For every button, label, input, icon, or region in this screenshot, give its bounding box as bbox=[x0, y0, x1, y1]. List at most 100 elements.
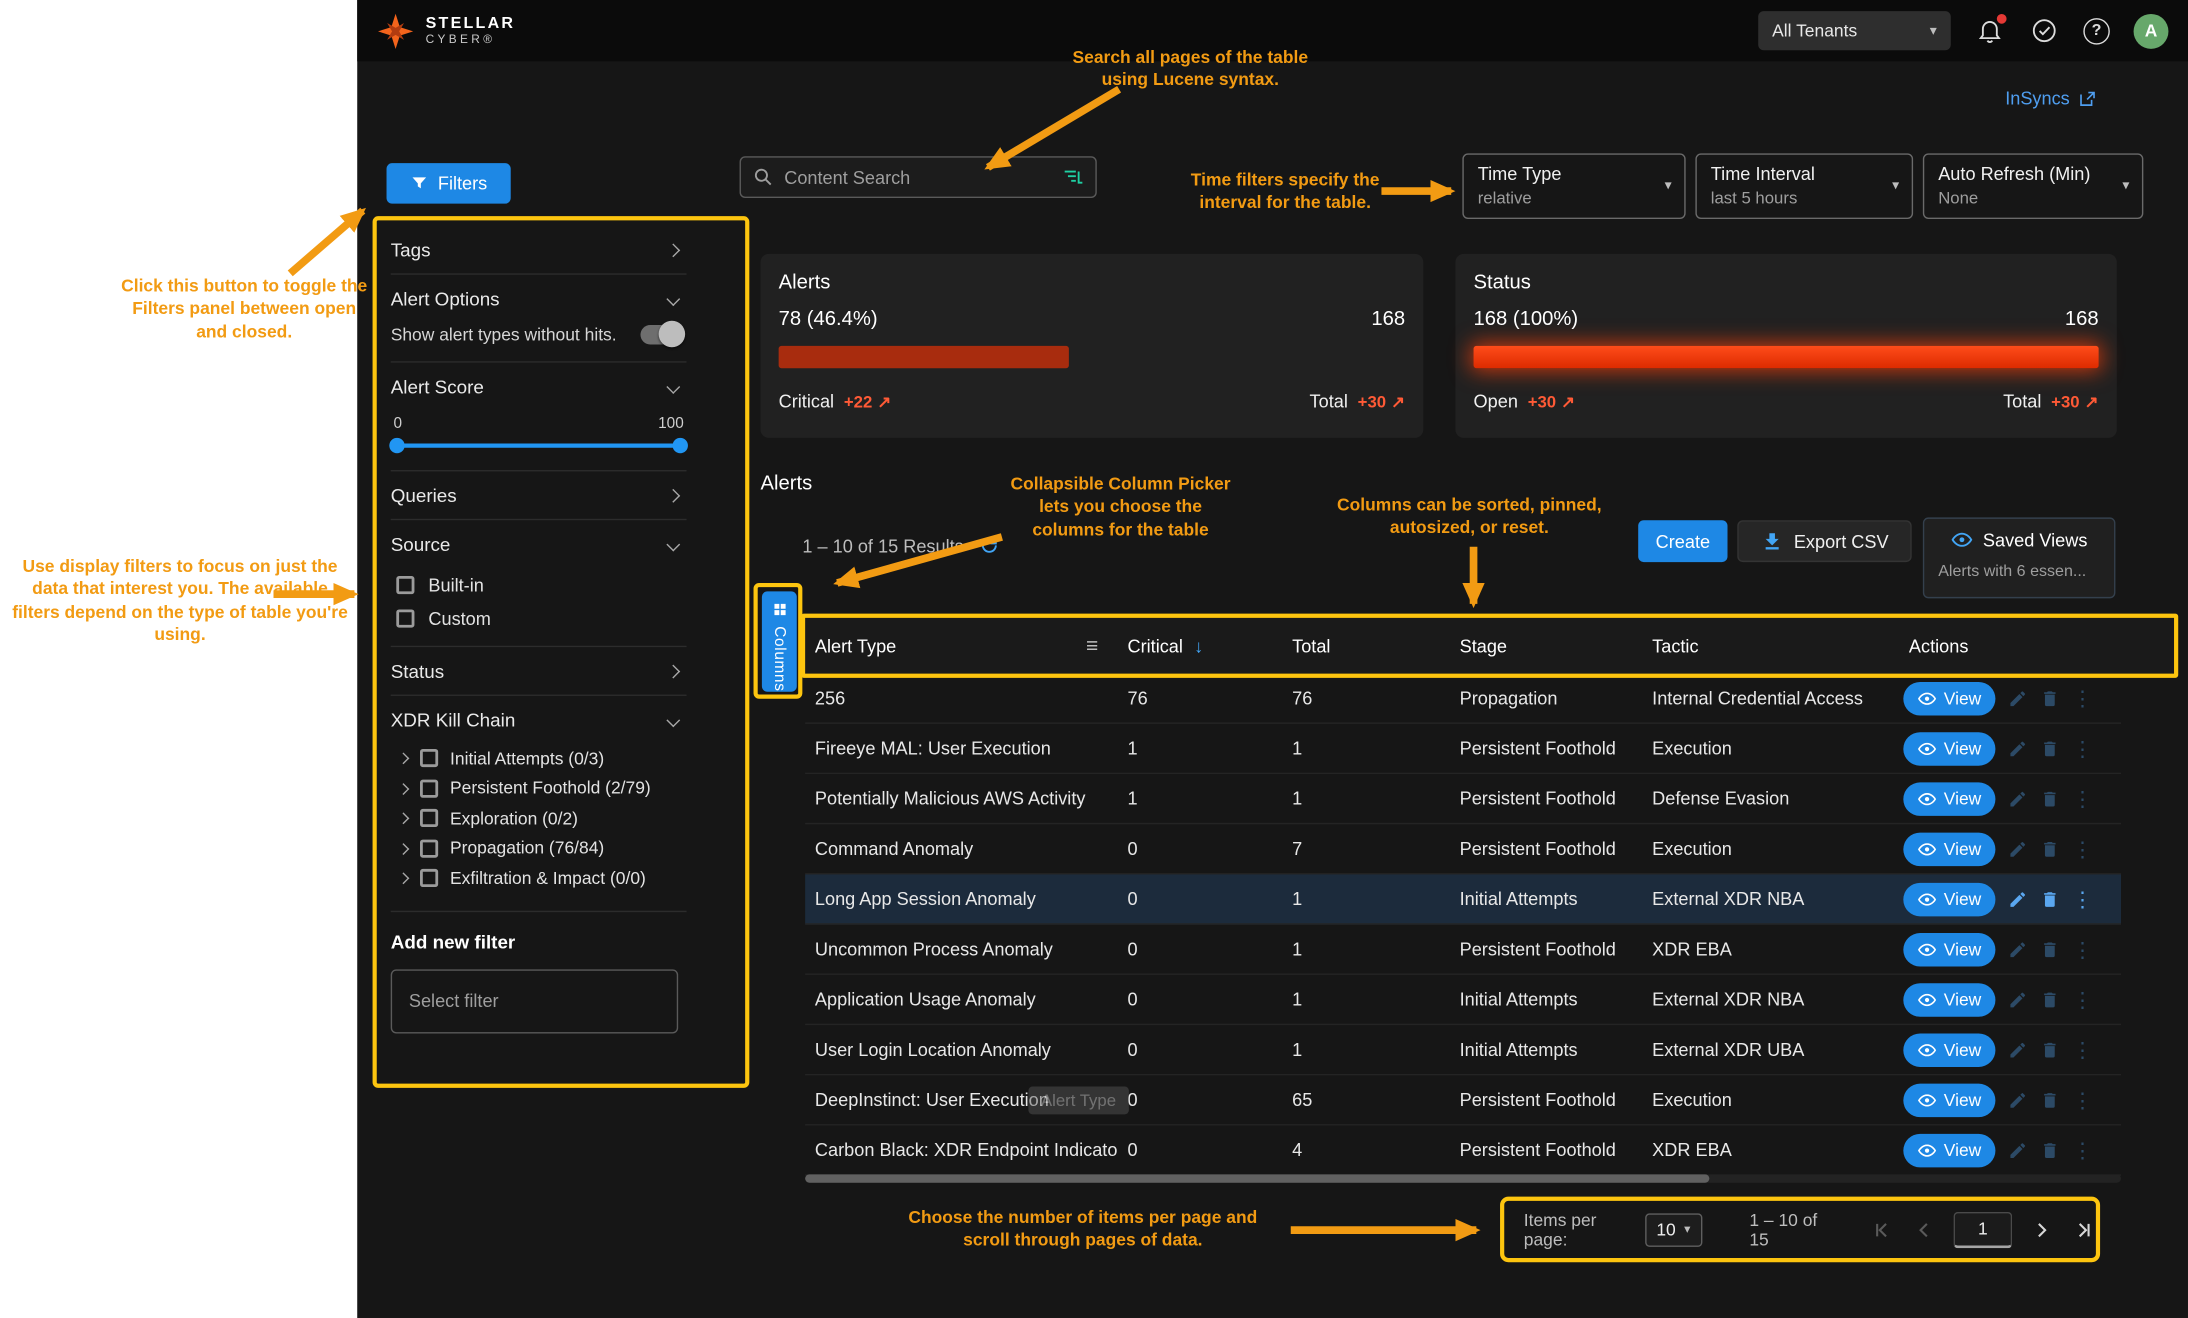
slider-handle-min[interactable] bbox=[389, 438, 404, 453]
tasks-check-icon[interactable] bbox=[2029, 15, 2060, 46]
kill-chain-item-propagation[interactable]: Propagation (76/84) bbox=[391, 833, 687, 863]
user-avatar[interactable]: A bbox=[2134, 13, 2169, 48]
view-button[interactable]: View bbox=[1903, 932, 1995, 965]
more-actions-icon[interactable]: ⋮ bbox=[2072, 685, 2093, 710]
view-button[interactable]: View bbox=[1903, 732, 1995, 765]
kill-chain-item-initial-attempts[interactable]: Initial Attempts (0/3) bbox=[391, 743, 687, 773]
filter-section-alert-options[interactable]: Alert Options bbox=[391, 275, 687, 322]
refresh-icon[interactable] bbox=[978, 534, 1000, 556]
edit-icon[interactable] bbox=[2008, 1090, 2028, 1110]
delete-icon[interactable] bbox=[2040, 738, 2060, 758]
view-button[interactable]: View bbox=[1903, 882, 1995, 915]
lucene-filter-icon[interactable] bbox=[1062, 166, 1084, 188]
edit-icon[interactable] bbox=[2008, 789, 2028, 809]
filter-section-alert-score[interactable]: Alert Score bbox=[391, 363, 687, 410]
edit-icon[interactable] bbox=[2008, 889, 2028, 909]
edit-icon[interactable] bbox=[2008, 738, 2028, 758]
create-button[interactable]: Create bbox=[1638, 520, 1727, 562]
column-menu-icon[interactable]: ≡ bbox=[1086, 634, 1098, 658]
more-actions-icon[interactable]: ⋮ bbox=[2072, 736, 2093, 761]
edit-icon[interactable] bbox=[2008, 1140, 2028, 1160]
view-button[interactable]: View bbox=[1903, 1133, 1995, 1166]
view-button[interactable]: View bbox=[1903, 1083, 1995, 1116]
filters-toggle-button[interactable]: Filters bbox=[387, 163, 511, 203]
table-row[interactable]: Carbon Black: XDR Endpoint Indicator 0 4… bbox=[805, 1126, 2121, 1176]
more-actions-icon[interactable]: ⋮ bbox=[2072, 1037, 2093, 1062]
items-per-page-select[interactable]: 10 ▾ bbox=[1645, 1213, 1702, 1246]
delete-icon[interactable] bbox=[2040, 1090, 2060, 1110]
delete-icon[interactable] bbox=[2040, 1140, 2060, 1160]
time-type-dropdown[interactable]: Time Type relative ▾ bbox=[1462, 153, 1685, 219]
view-button[interactable]: View bbox=[1903, 681, 1995, 714]
column-header-alert-type[interactable]: Alert Type ≡ bbox=[805, 634, 1118, 658]
edit-icon[interactable] bbox=[2008, 1040, 2028, 1060]
filter-section-status[interactable]: Status bbox=[391, 647, 687, 694]
export-csv-button[interactable]: Export CSV bbox=[1737, 520, 1911, 562]
filter-section-source[interactable]: Source bbox=[391, 520, 687, 567]
delete-icon[interactable] bbox=[2040, 688, 2060, 708]
table-row[interactable]: DeepInstinct: User Execution 0 65 Persis… bbox=[805, 1075, 2121, 1125]
more-actions-icon[interactable]: ⋮ bbox=[2072, 836, 2093, 861]
edit-icon[interactable] bbox=[2008, 990, 2028, 1010]
edit-icon[interactable] bbox=[2008, 688, 2028, 708]
saved-views-dropdown[interactable]: Saved Views Alerts with 6 essen... bbox=[1923, 517, 2116, 598]
insyncs-link[interactable]: InSyncs bbox=[2005, 88, 2097, 109]
select-filter-input[interactable] bbox=[391, 969, 678, 1033]
more-actions-icon[interactable]: ⋮ bbox=[2072, 987, 2093, 1012]
kill-chain-item-exploration[interactable]: Exploration (0/2) bbox=[391, 803, 687, 833]
view-button[interactable]: View bbox=[1903, 832, 1995, 865]
column-header-critical[interactable]: Critical ↓ bbox=[1118, 635, 1283, 656]
more-actions-icon[interactable]: ⋮ bbox=[2072, 786, 2093, 811]
scrollbar-thumb[interactable] bbox=[805, 1174, 1709, 1182]
table-row[interactable]: Command Anomaly 0 7 Persistent Foothold … bbox=[805, 824, 2121, 874]
table-row-selected[interactable]: Long App Session Anomaly 0 1 Initial Att… bbox=[805, 874, 2121, 924]
tenant-selector[interactable]: All Tenants ▾ bbox=[1758, 11, 1951, 50]
edit-icon[interactable] bbox=[2008, 939, 2028, 959]
table-row[interactable]: Application Usage Anomaly 0 1 Initial At… bbox=[805, 975, 2121, 1025]
table-row[interactable]: Fireeye MAL: User Execution 1 1 Persiste… bbox=[805, 724, 2121, 774]
kill-chain-item-persistent-foothold[interactable]: Persistent Foothold (2/79) bbox=[391, 773, 687, 803]
next-page-button[interactable] bbox=[2029, 1217, 2054, 1242]
table-row[interactable]: Potentially Malicious AWS Activity 1 1 P… bbox=[805, 774, 2121, 824]
help-icon[interactable]: ? bbox=[2083, 17, 2110, 43]
view-button[interactable]: View bbox=[1903, 983, 1995, 1016]
previous-page-button[interactable] bbox=[1912, 1217, 1937, 1242]
time-interval-dropdown[interactable]: Time Interval last 5 hours ▾ bbox=[1695, 153, 1913, 219]
more-actions-icon[interactable]: ⋮ bbox=[2072, 886, 2093, 911]
slider-handle-max[interactable] bbox=[673, 438, 688, 453]
table-row[interactable]: 256 76 76 Propagation Internal Credentia… bbox=[805, 674, 2121, 724]
auto-refresh-dropdown[interactable]: Auto Refresh (Min) None ▾ bbox=[1923, 153, 2143, 219]
notifications-bell-icon[interactable] bbox=[1974, 15, 2005, 46]
last-page-button[interactable] bbox=[2071, 1217, 2096, 1242]
source-option-custom[interactable]: Custom bbox=[391, 601, 687, 634]
horizontal-scrollbar[interactable] bbox=[805, 1174, 2121, 1182]
table-row[interactable]: User Login Location Anomaly 0 1 Initial … bbox=[805, 1025, 2121, 1075]
alert-score-slider[interactable] bbox=[394, 444, 684, 448]
column-header-tactic[interactable]: Tactic bbox=[1642, 635, 1899, 656]
delete-icon[interactable] bbox=[2040, 939, 2060, 959]
column-header-stage[interactable]: Stage bbox=[1450, 635, 1643, 656]
stellar-cyber-logo[interactable]: STELLAR CYBER® bbox=[377, 12, 515, 50]
status-summary-card[interactable]: Status 168 (100%) 168 Open+30 ↗ Total+30… bbox=[1455, 254, 2116, 438]
more-actions-icon[interactable]: ⋮ bbox=[2072, 937, 2093, 962]
column-header-total[interactable]: Total bbox=[1282, 635, 1449, 656]
column-picker-button[interactable]: Columns bbox=[762, 591, 797, 691]
filter-section-tags[interactable]: Tags bbox=[391, 226, 687, 273]
kill-chain-item-exfiltration[interactable]: Exfiltration & Impact (0/0) bbox=[391, 863, 687, 893]
show-alert-types-toggle[interactable] bbox=[640, 325, 682, 345]
delete-icon[interactable] bbox=[2040, 1040, 2060, 1060]
more-actions-icon[interactable]: ⋮ bbox=[2072, 1087, 2093, 1112]
filter-section-xdr-kill-chain[interactable]: XDR Kill Chain bbox=[391, 696, 687, 743]
view-button[interactable]: View bbox=[1903, 782, 1995, 815]
table-row[interactable]: Uncommon Process Anomaly 0 1 Persistent … bbox=[805, 925, 2121, 975]
alerts-summary-card[interactable]: Alerts 78 (46.4%) 168 Critical+22 ↗ Tota… bbox=[760, 254, 1423, 438]
source-option-built-in[interactable]: Built-in bbox=[391, 568, 687, 601]
filter-section-queries[interactable]: Queries bbox=[391, 471, 687, 518]
delete-icon[interactable] bbox=[2040, 839, 2060, 859]
delete-icon[interactable] bbox=[2040, 990, 2060, 1010]
edit-icon[interactable] bbox=[2008, 839, 2028, 859]
content-search-input[interactable] bbox=[784, 167, 1052, 188]
delete-icon[interactable] bbox=[2040, 889, 2060, 909]
first-page-button[interactable] bbox=[1870, 1217, 1895, 1242]
page-number-input[interactable] bbox=[1954, 1211, 2013, 1247]
